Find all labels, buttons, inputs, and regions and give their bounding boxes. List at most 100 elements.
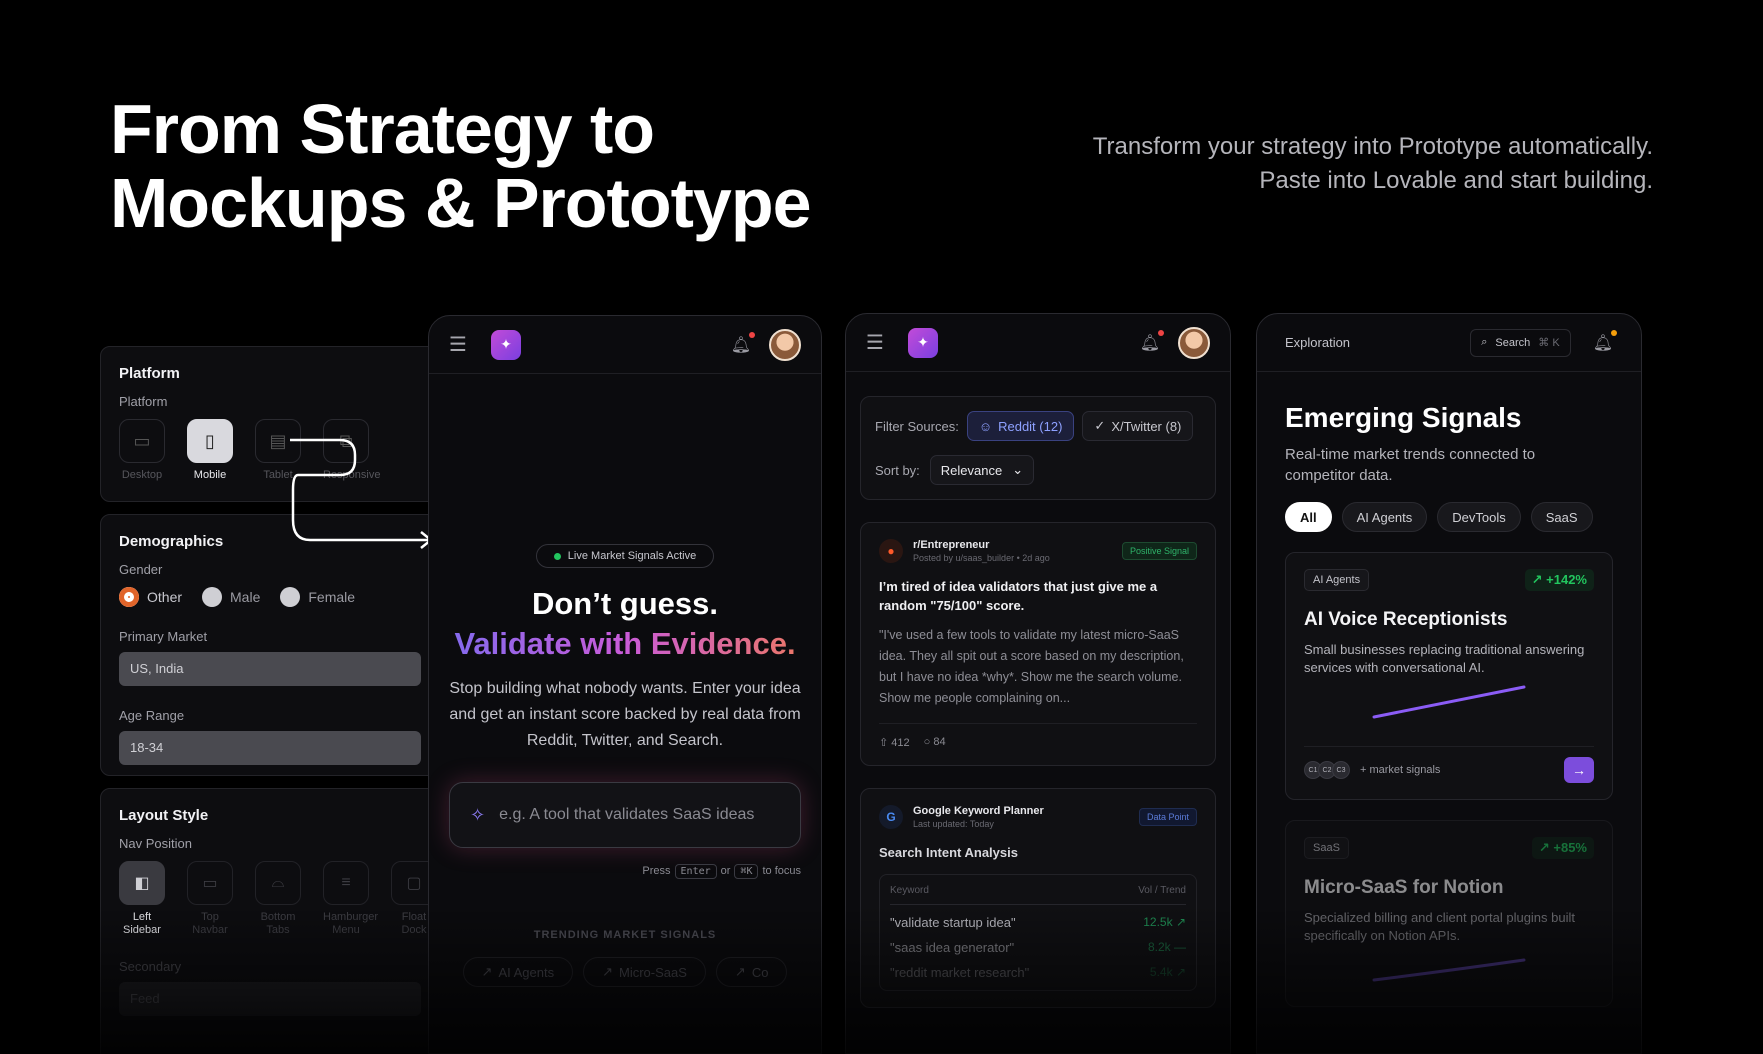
comment-count: ○ 84 — [924, 736, 946, 749]
phone-validator: ☰ ✦ 🔔︎ Live Market Signals Active Don’t … — [428, 315, 822, 1054]
reddit-icon: ● — [879, 539, 903, 563]
filter-reddit[interactable]: ☺ Reddit (12) — [966, 411, 1075, 441]
platform-option-label: Desktop — [121, 469, 163, 481]
hamburger-icon: ≡ — [323, 861, 369, 905]
bell-icon[interactable]: 🔔︎ — [731, 331, 755, 355]
layout-title: Layout Style — [119, 807, 209, 824]
market-label: Primary Market — [119, 629, 208, 644]
platform-option-desktop[interactable]: ▭ Desktop — [119, 419, 165, 481]
live-label: Live Market Signals Active — [567, 550, 697, 562]
upvote-icon: ⇧ — [879, 737, 892, 749]
avatar[interactable] — [769, 328, 801, 361]
reddit-icon: ☺ — [978, 418, 993, 434]
reddit-post-card[interactable]: ● r/Entrepreneur Posted by u/saas_builde… — [860, 522, 1216, 766]
nav-option-bottom-tabs[interactable]: ⌓ Bottom Tabs — [255, 861, 301, 937]
keyword-title: Search Intent Analysis — [879, 845, 1018, 860]
comment-value: 84 — [933, 736, 946, 748]
hint-text: or — [720, 865, 731, 877]
sidebar-icon: ◧ — [119, 861, 165, 905]
gender-label: Gender — [119, 562, 163, 577]
radio-dot — [119, 587, 139, 607]
app-logo-icon[interactable]: ✦ — [491, 329, 521, 360]
trend-chip-label: Micro-SaaS — [619, 964, 687, 980]
keyword-source: Google Keyword Planner — [913, 805, 1044, 817]
growth-badge: ↗ +85% — [1531, 837, 1594, 859]
keyword-cell: "saas idea generator" — [890, 940, 1015, 955]
google-icon: G — [879, 805, 903, 829]
gender-radio-male[interactable]: Male — [202, 587, 260, 607]
keyword-card[interactable]: G Google Keyword Planner Last updated: T… — [860, 788, 1216, 1008]
phone1-topbar: ☰ ✦ 🔔︎ — [429, 316, 821, 374]
avatar[interactable] — [1178, 326, 1210, 359]
nav-option-label: Top Navbar — [192, 911, 228, 936]
secondary-field[interactable]: Feed — [119, 982, 421, 1016]
trend-chip[interactable]: ↗ Co — [715, 957, 788, 987]
radio-dot — [280, 587, 301, 607]
chip-ai-agents[interactable]: AI Agents — [1341, 502, 1428, 532]
chip-saas[interactable]: SaaS — [1530, 502, 1593, 532]
keyword-cell: "reddit market research" — [890, 965, 1030, 980]
hero-description: Stop building what nobody wants. Enter y… — [449, 680, 801, 749]
data-point-badge: Data Point — [1138, 808, 1197, 826]
mobile-icon: ▯ — [187, 419, 233, 463]
nav-option-top-navbar[interactable]: ▭ Top Navbar — [187, 861, 233, 937]
nav-position-label: Nav Position — [119, 836, 192, 851]
menu-icon[interactable]: ☰ — [866, 330, 888, 355]
platform-option-mobile[interactable]: ▯ Mobile — [187, 419, 233, 481]
table-row: "validate startup idea" 12.5k ↗ — [890, 915, 1186, 930]
market-field[interactable]: US, India — [119, 652, 421, 686]
sort-select[interactable]: Relevance ⌄ — [929, 455, 1035, 485]
phone-evidence: ☰ ✦ 🔔︎ Filter Sources: ☺ Reddit (12) ✓ X/T… — [845, 313, 1231, 1054]
hero-title-line1: From Strategy to — [110, 90, 655, 168]
live-dot-icon — [553, 552, 561, 560]
bell-icon[interactable]: 🔔︎ — [1593, 329, 1617, 353]
arrow-right-icon[interactable]: → — [1564, 757, 1594, 783]
hero-title-line2: Mockups & Prototype — [110, 164, 812, 242]
post-meta: Posted by u/saas_builder • 2d ago — [913, 553, 1050, 563]
app-logo-icon[interactable]: ✦ — [908, 327, 938, 358]
age-label: Age Range — [119, 708, 185, 723]
signal-title: AI Voice Receptionists — [1304, 609, 1508, 630]
filter-label: Filter Sources: — [875, 418, 959, 434]
filter-twitter[interactable]: ✓ X/Twitter (8) — [1082, 411, 1194, 441]
growth-badge: ↗ +142% — [1524, 569, 1594, 591]
nav-option-left-sidebar[interactable]: ◧ Left Sidebar — [119, 861, 165, 937]
table-row: "reddit market research" 5.4k ↗ — [890, 965, 1186, 980]
signal-card[interactable]: AI Agents ↗ +142% AI Voice Receptionists… — [1285, 552, 1613, 800]
trend-chip[interactable]: ↗ AI Agents — [462, 957, 574, 987]
keyword-meta: Last updated: Today — [913, 819, 994, 829]
signal-tag: AI Agents — [1304, 569, 1370, 591]
nav-option-hamburger[interactable]: ≡ Hamburger Menu — [323, 861, 378, 937]
trend-icon: ↗ — [602, 964, 613, 979]
chip-devtools[interactable]: DevTools — [1437, 502, 1521, 532]
trend-chip-label: Co — [751, 964, 769, 980]
volume-cell: 8.2k — — [1147, 940, 1186, 954]
filter-label-twitter: X/Twitter (8) — [1111, 418, 1182, 434]
table-row: "saas idea generator" 8.2k — — [890, 940, 1186, 955]
search-button[interactable]: ⌕ Search ⌘ K — [1470, 328, 1571, 357]
upvote-value: 412 — [891, 737, 910, 749]
sort-label: Sort by: — [875, 462, 920, 478]
trend-chip[interactable]: ↗ Micro-SaaS — [583, 957, 706, 987]
age-field[interactable]: 18-34 — [119, 731, 421, 765]
competitor-avatars: C1 C2 C3 — [1304, 761, 1350, 779]
idea-input[interactable]: ✧ e.g. A tool that validates SaaS ideas — [449, 782, 801, 848]
comment-icon: ○ — [923, 736, 934, 748]
platform-label: Platform — [119, 394, 168, 409]
page-title: Emerging Signals — [1285, 402, 1522, 433]
idea-input-placeholder: e.g. A tool that validates SaaS ideas — [499, 806, 755, 823]
signal-card[interactable]: SaaS ↗ +85% Micro-SaaS for Notion Specia… — [1285, 820, 1613, 1007]
chip-all[interactable]: All — [1285, 502, 1332, 532]
bell-icon[interactable]: 🔔︎ — [1140, 329, 1164, 353]
phone2-topbar: ☰ ✦ 🔔︎ — [846, 314, 1230, 372]
menu-icon[interactable]: ☰ — [449, 332, 471, 357]
hero-subtitle: Transform your strategy into Prototype a… — [1093, 130, 1653, 198]
enter-key: Enter — [674, 864, 717, 879]
hint-text: to focus — [762, 865, 801, 877]
hint-text: Press — [642, 865, 671, 877]
gender-radio-female[interactable]: Female — [280, 587, 355, 607]
filter-label-reddit: Reddit (12) — [998, 418, 1063, 434]
gender-radio-other[interactable]: Other — [119, 587, 182, 607]
gender-option-label: Male — [230, 589, 261, 605]
chevron-down-icon: ⌄ — [1012, 462, 1024, 477]
